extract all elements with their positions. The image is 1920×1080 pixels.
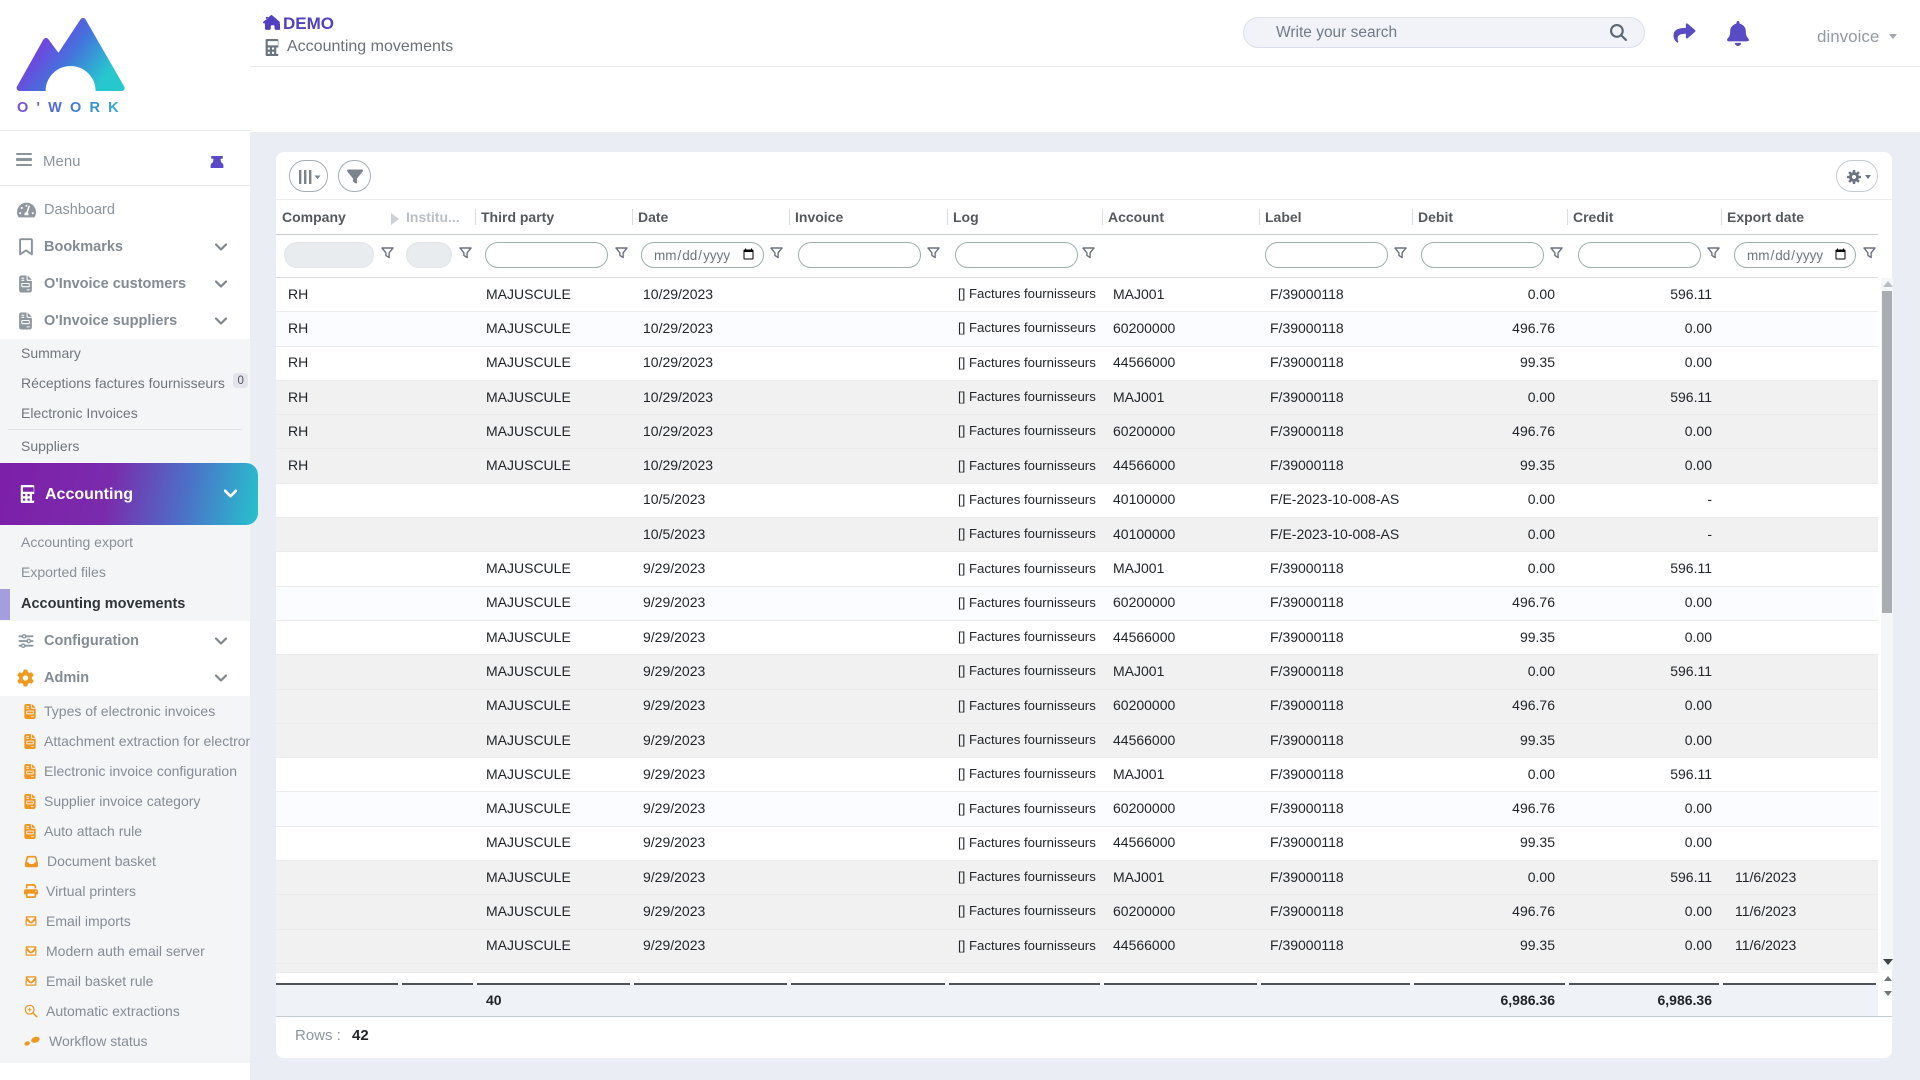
svg-text:O'WORK: O'WORK: [17, 100, 126, 114]
